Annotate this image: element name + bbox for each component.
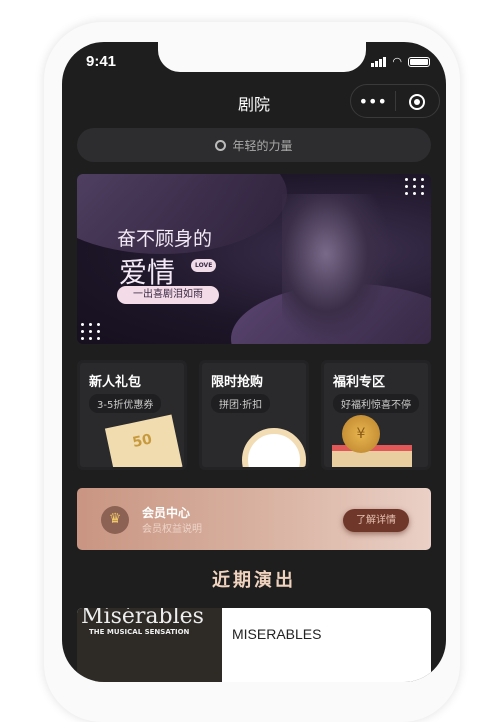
promo-banner[interactable]: 奋不顾身的 爱情 LOVE 一出喜剧泪如雨 (77, 174, 431, 344)
card-subtitle: 3-5折优惠券 (89, 394, 162, 413)
app-screen: 9:41 ◠ 剧院 ••• 年轻的力量 奋不顾身的 爱情 LOVE 一出喜剧泪如… (62, 42, 446, 682)
status-icons: ◠ (371, 55, 430, 68)
learn-more-button[interactable]: 了解详情 (343, 509, 409, 532)
close-button[interactable] (396, 92, 440, 111)
signal-icon (371, 56, 387, 67)
coin-icon: ¥ (342, 415, 380, 453)
section-title: 近期演出 (212, 570, 296, 591)
dots-decoration (405, 178, 425, 195)
wifi-icon: ◠ (392, 55, 402, 68)
crown-icon: ♛ (101, 506, 129, 534)
card-subtitle: 拼团·折扣 (211, 394, 271, 413)
card-new-user-gift[interactable]: 新人礼包 3-5折优惠券 50 (77, 360, 187, 470)
banner-headline: 奋不顾身的 (117, 228, 213, 250)
search-input[interactable]: 年轻的力量 (77, 128, 431, 162)
target-icon (409, 94, 426, 110)
show-card[interactable]: Misérables THE MUSICAL SENSATION MISERAB… (77, 608, 431, 682)
card-benefits[interactable]: 福利专区 好福利惊喜不停 ¥ (321, 360, 431, 470)
banner-headline-large: 爱情 (119, 256, 176, 289)
love-badge: LOVE (191, 259, 217, 272)
dots-decoration (81, 323, 101, 340)
search-placeholder: 年轻的力量 (232, 138, 293, 153)
banner-tagline: 一出喜剧泪如雨 (117, 286, 219, 304)
card-title: 限时抢购 (211, 375, 264, 390)
notch (158, 42, 366, 72)
banner-photo (282, 194, 392, 344)
member-center-banner[interactable]: ♛ 会员中心 会员权益说明 了解详情 (77, 488, 431, 550)
more-button[interactable]: ••• (351, 92, 395, 111)
coupon-icon: 50 (104, 414, 184, 467)
poster-subtitle: THE MUSICAL SENSATION (89, 628, 190, 636)
feature-cards: 新人礼包 3-5折优惠券 50 限时抢购 拼团·折扣 福利专区 好福利惊喜不停 … (77, 360, 431, 470)
card-flash-sale[interactable]: 限时抢购 拼团·折扣 (199, 360, 309, 470)
card-subtitle: 好福利惊喜不停 (333, 394, 419, 413)
alarm-clock-icon (242, 428, 306, 467)
search-icon (215, 139, 227, 151)
battery-icon (408, 56, 430, 67)
status-time: 9:41 (86, 53, 117, 70)
mini-program-capsule: ••• (350, 84, 440, 118)
card-title: 福利专区 (333, 375, 386, 390)
poster-title: Misérables (81, 608, 204, 629)
member-subtitle: 会员权益说明 (142, 524, 202, 535)
member-title: 会员中心 (142, 506, 191, 520)
card-title: 新人礼包 (89, 375, 142, 390)
show-poster: Misérables THE MUSICAL SENSATION (77, 608, 222, 682)
